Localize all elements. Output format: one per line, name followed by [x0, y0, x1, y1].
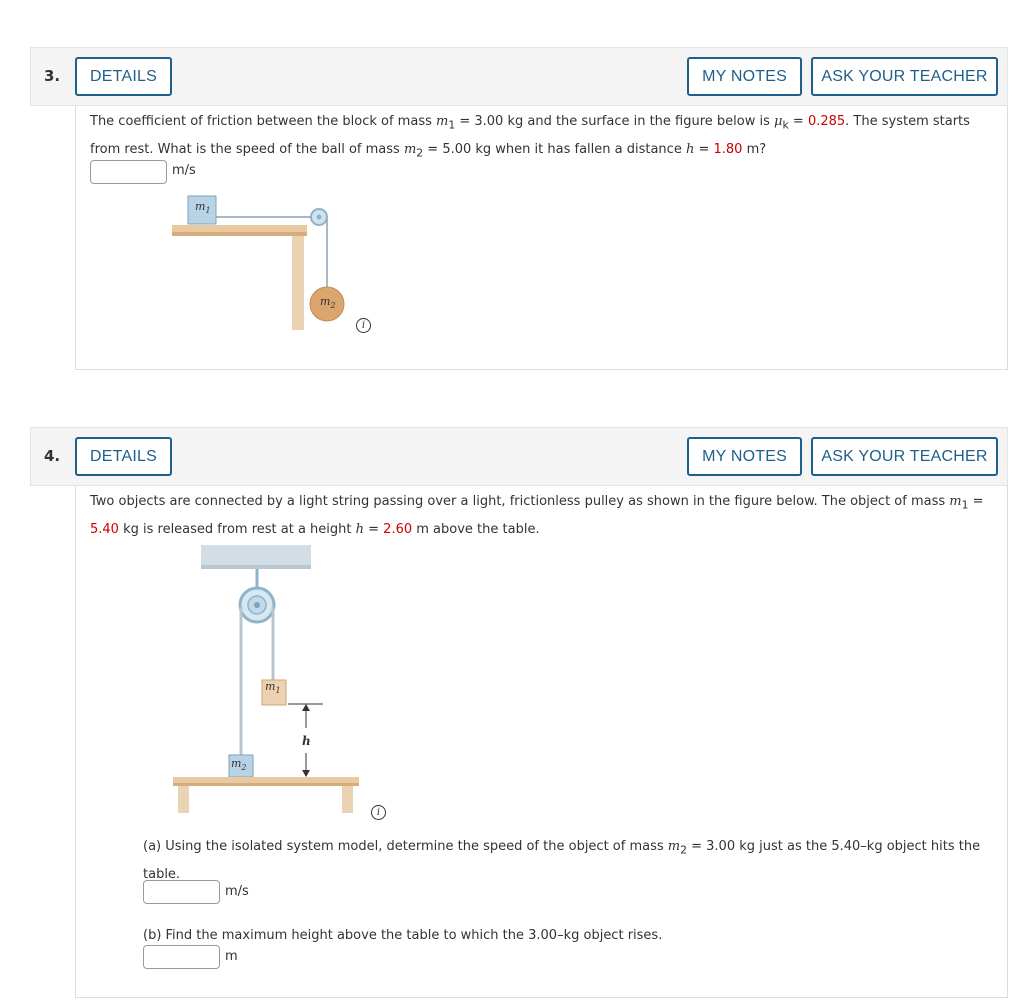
pulley-axle: [254, 602, 260, 608]
text-segment: (a) Using the isolated system model, det…: [143, 839, 668, 854]
m1-value: 5.40: [90, 521, 119, 537]
text-segment: =: [968, 494, 984, 509]
question-number: 3.: [44, 67, 61, 85]
var-m: m: [403, 141, 417, 157]
ask-your-teacher-button[interactable]: ASK YOUR TEACHER: [811, 57, 998, 96]
unit-label: m: [225, 949, 238, 964]
var-m: m: [436, 114, 449, 129]
my-notes-button[interactable]: MY NOTES: [687, 57, 802, 96]
m1-subscript: 1: [275, 686, 281, 696]
table-leg-right: [342, 786, 353, 813]
m2-subscript: 2: [241, 763, 247, 773]
text-segment: =: [364, 521, 384, 537]
m2-label: m2: [320, 295, 336, 310]
table-leg: [292, 236, 304, 330]
text-segment: kg is released from rest at a height: [118, 521, 356, 537]
text-segment: = 3.00 kg and the surface in the figure …: [455, 114, 775, 129]
h-arrow-head: [302, 704, 310, 711]
text-segment: from rest. What is the speed of the ball…: [90, 141, 404, 157]
part-b-text: (b) Find the maximum height above the ta…: [143, 928, 663, 943]
text-segment: = 5.00 kg when it has fallen a distance: [423, 141, 686, 157]
text-segment: . The system starts: [845, 114, 970, 129]
table-leg-left: [178, 786, 189, 813]
question-number: 4.: [44, 447, 61, 465]
table-edge: [172, 232, 307, 236]
pulley-axle: [316, 214, 322, 220]
h-arrow-head: [302, 770, 310, 777]
text-segment: = 3.00 kg just as the 5.40–kg object hit…: [687, 839, 981, 854]
info-icon[interactable]: i: [356, 318, 371, 333]
m2-label: m2: [231, 757, 247, 772]
var-m: m: [667, 839, 681, 854]
var-m: m: [949, 494, 962, 509]
answer-input[interactable]: [90, 160, 167, 184]
text-segment: =: [694, 141, 714, 157]
h-value: 1.80: [713, 141, 743, 157]
h-value: 2.60: [383, 521, 413, 537]
part-a-answer-input[interactable]: [143, 880, 220, 904]
ceiling-edge: [201, 565, 311, 569]
subscript: 2: [680, 843, 687, 857]
details-button[interactable]: DETAILS: [75, 437, 172, 476]
details-button[interactable]: DETAILS: [75, 57, 172, 96]
m1-letter: m: [265, 680, 276, 693]
text-segment: =: [788, 114, 808, 129]
unit-label: m/s: [172, 163, 196, 178]
text-segment: Two objects are connected by a light str…: [90, 494, 950, 509]
h-label: h: [302, 734, 311, 748]
m2-subscript: 2: [330, 301, 336, 311]
m2-letter: m: [320, 295, 331, 308]
part-b-answer-input[interactable]: [143, 945, 220, 969]
m1-letter: m: [195, 200, 206, 213]
info-icon[interactable]: i: [371, 805, 386, 820]
m2-letter: m: [231, 757, 242, 770]
unit-label: m/s: [225, 884, 249, 899]
question-text: Two objects are connected by a light str…: [90, 490, 1005, 542]
text-segment: The coefficient of friction between the …: [90, 114, 436, 129]
part-a-text: (a) Using the isolated system model, det…: [143, 835, 1005, 887]
question-text: The coefficient of friction between the …: [90, 110, 1000, 165]
table-edge: [173, 783, 359, 786]
text-segment: m above the table.: [412, 521, 540, 537]
ask-your-teacher-button[interactable]: ASK YOUR TEACHER: [811, 437, 998, 476]
m1-label: m1: [195, 200, 211, 215]
m1-subscript: 1: [205, 206, 211, 216]
m1-label: m1: [265, 680, 281, 695]
mu-value: 0.285: [807, 114, 846, 129]
text-segment: m?: [742, 141, 767, 157]
var-h: h: [355, 521, 364, 537]
my-notes-button[interactable]: MY NOTES: [687, 437, 802, 476]
